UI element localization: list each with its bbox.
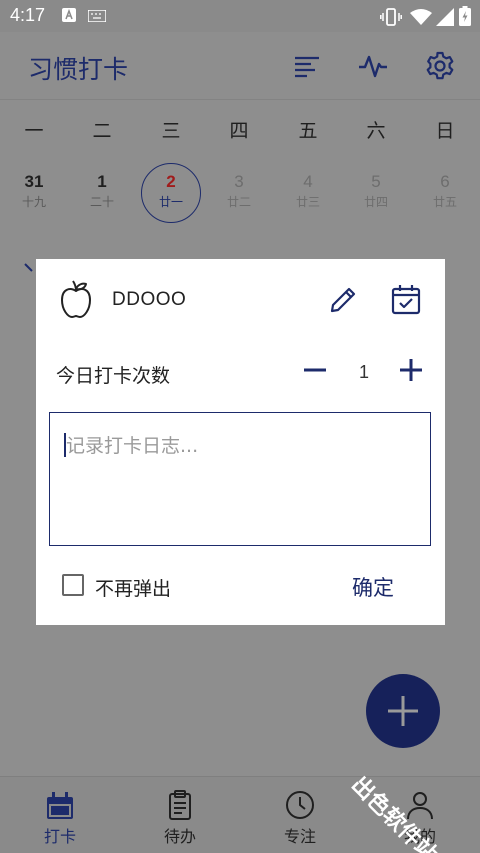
apple-icon (61, 280, 91, 318)
decrement-button[interactable] (302, 357, 328, 383)
increment-button[interactable] (398, 357, 424, 383)
weekday-label: 日 (435, 120, 455, 142)
date-cell[interactable]: 3 廿二 (209, 164, 269, 224)
weekday-header: 一 二 三 四 五 六 日 (0, 116, 480, 146)
clock-icon (286, 791, 314, 819)
date-number: 5 (371, 172, 381, 191)
date-number: 6 (440, 172, 450, 191)
lunar-date: 廿一 (158, 195, 183, 209)
lunar-date: 廿二 (226, 195, 251, 209)
date-cell-today[interactable]: 2 廿一 (141, 163, 201, 223)
nav-label: 打卡 (43, 827, 76, 846)
vibrate-icon (380, 8, 402, 26)
log-placeholder: 记录打卡日志... (66, 435, 199, 457)
weekday-label: 三 (161, 120, 181, 142)
keyboard-icon (88, 10, 106, 22)
plus-icon (388, 696, 418, 726)
activity-icon[interactable] (357, 50, 389, 82)
signal-icon (436, 8, 454, 26)
date-number: 31 (24, 172, 44, 191)
weekday-label: 六 (366, 120, 386, 142)
lunar-date: 十九 (21, 195, 46, 209)
calendar-icon (47, 792, 73, 819)
date-cell[interactable]: 6 廿五 (415, 164, 475, 224)
date-number: 2 (166, 172, 176, 191)
dont-show-again-label[interactable]: 不再弹出 (95, 574, 171, 601)
habit-name: DDOOO (112, 289, 187, 310)
confirm-button[interactable]: 确定 (352, 572, 394, 602)
weekday-label: 二 (92, 120, 112, 142)
date-number: 4 (303, 172, 313, 191)
weekday-label: 四 (229, 120, 249, 142)
nav-label: 待办 (163, 827, 196, 846)
lunar-date: 廿五 (432, 195, 457, 209)
checkin-log-input[interactable]: 记录打卡日志... (49, 412, 431, 546)
checkin-dialog: DDOOO 今日打卡次数 1 记录打卡日志... 不再弹出 确定 (36, 259, 445, 625)
dont-show-again-checkbox[interactable] (62, 574, 84, 596)
add-habit-fab[interactable] (366, 674, 440, 748)
status-time: 4:17 (10, 5, 46, 25)
weekday-label: 五 (298, 120, 318, 142)
weekday-label: 一 (24, 120, 44, 142)
app-bar: 习惯打卡 (0, 32, 480, 100)
lunar-date: 二十 (89, 195, 114, 209)
sort-list-icon[interactable] (291, 50, 323, 82)
wifi-icon (410, 9, 432, 25)
lunar-date: 廿三 (295, 195, 320, 209)
week-dates: 31 十九 1 二十 2 廿一 3 廿二 4 廿三 5 廿四 6 廿五 (0, 163, 480, 224)
battery-icon (459, 6, 471, 26)
app-title: 习惯打卡 (28, 56, 129, 84)
lunar-date: 廿四 (363, 195, 388, 209)
date-cell[interactable]: 31 十九 (4, 164, 64, 224)
nav-item-focus[interactable]: 专注 (240, 777, 360, 853)
date-number: 3 (234, 172, 244, 191)
date-cell[interactable]: 5 廿四 (346, 164, 406, 224)
date-cell[interactable]: 4 廿三 (278, 164, 338, 224)
date-number: 1 (97, 172, 107, 191)
nav-item-checkin[interactable]: 打卡 (0, 777, 120, 853)
nav-item-todo[interactable]: 待办 (120, 777, 240, 853)
date-cell[interactable]: 1 二十 (72, 164, 132, 224)
nav-label: 专注 (283, 827, 316, 846)
checkin-count-value: 1 (358, 362, 369, 382)
app-notification-icon (62, 8, 76, 22)
status-bar: 4:17 (0, 0, 480, 32)
calendar-check-icon[interactable] (390, 283, 422, 315)
edit-pencil-icon[interactable] (328, 285, 358, 315)
clipboard-icon (169, 790, 191, 820)
settings-gear-icon[interactable] (424, 50, 456, 82)
checkin-count-label: 今日打卡次数 (56, 365, 171, 387)
